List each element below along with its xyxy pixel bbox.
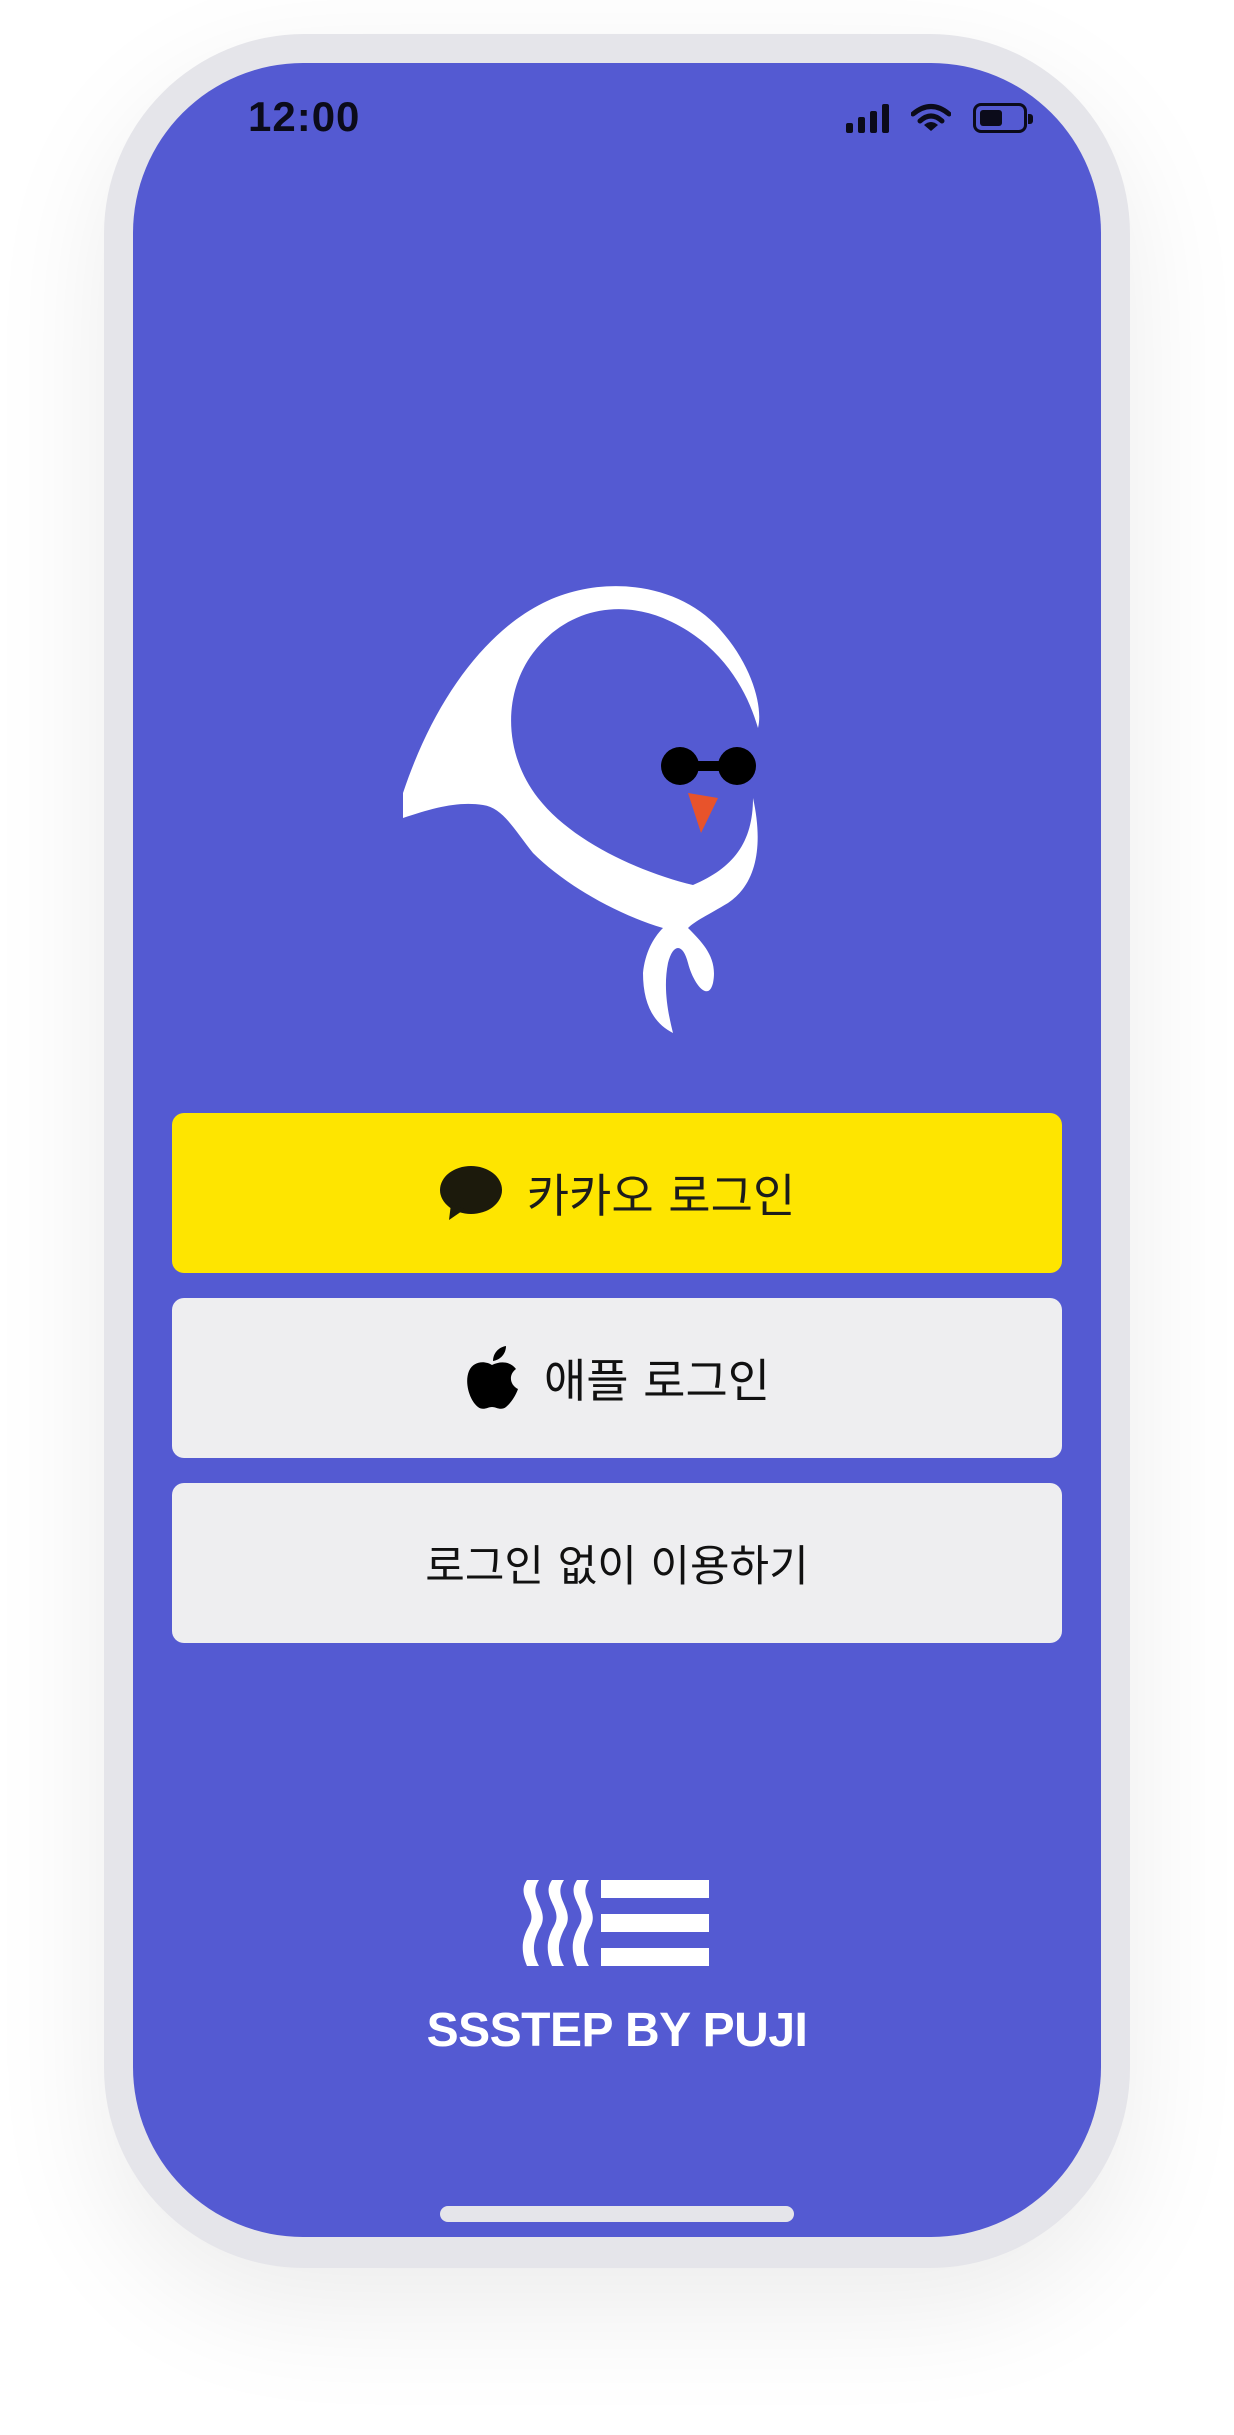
- wifi-icon: [911, 104, 951, 131]
- brand-text: SSSTEP BY PUJI: [426, 2004, 808, 2057]
- bird-mascot-illustration: [403, 586, 760, 1033]
- kakao-speech-bubble-icon: [439, 1164, 503, 1222]
- guest-continue-label: 로그인 없이 이용하기: [425, 1542, 809, 1592]
- guest-continue-button[interactable]: 로그인 없이 이용하기: [172, 1483, 1062, 1643]
- apple-login-button[interactable]: 애플 로그인: [172, 1298, 1062, 1458]
- apple-icon: [464, 1345, 520, 1411]
- status-icons: [846, 103, 1033, 133]
- kakao-login-button[interactable]: 카카오 로그인: [172, 1113, 1062, 1273]
- glasses-bridge: [680, 761, 737, 771]
- stage: 12:00 카카오 로그인 애플 로그인 로그인 없이 이용하기 SSSTEP …: [0, 0, 1234, 2435]
- home-indicator[interactable]: [440, 2206, 794, 2222]
- status-time: 12:00: [248, 93, 361, 140]
- beak: [688, 793, 718, 833]
- apple-login-label: 애플 로그인: [543, 1354, 771, 1408]
- app-screen: 12:00 카카오 로그인 애플 로그인 로그인 없이 이용하기 SSSTEP …: [133, 63, 1101, 2237]
- ssstep-logo: [522, 1880, 709, 1966]
- cellular-signal-icon: [846, 103, 889, 133]
- kakao-login-label: 카카오 로그인: [526, 1169, 796, 1223]
- battery-icon: [973, 103, 1033, 133]
